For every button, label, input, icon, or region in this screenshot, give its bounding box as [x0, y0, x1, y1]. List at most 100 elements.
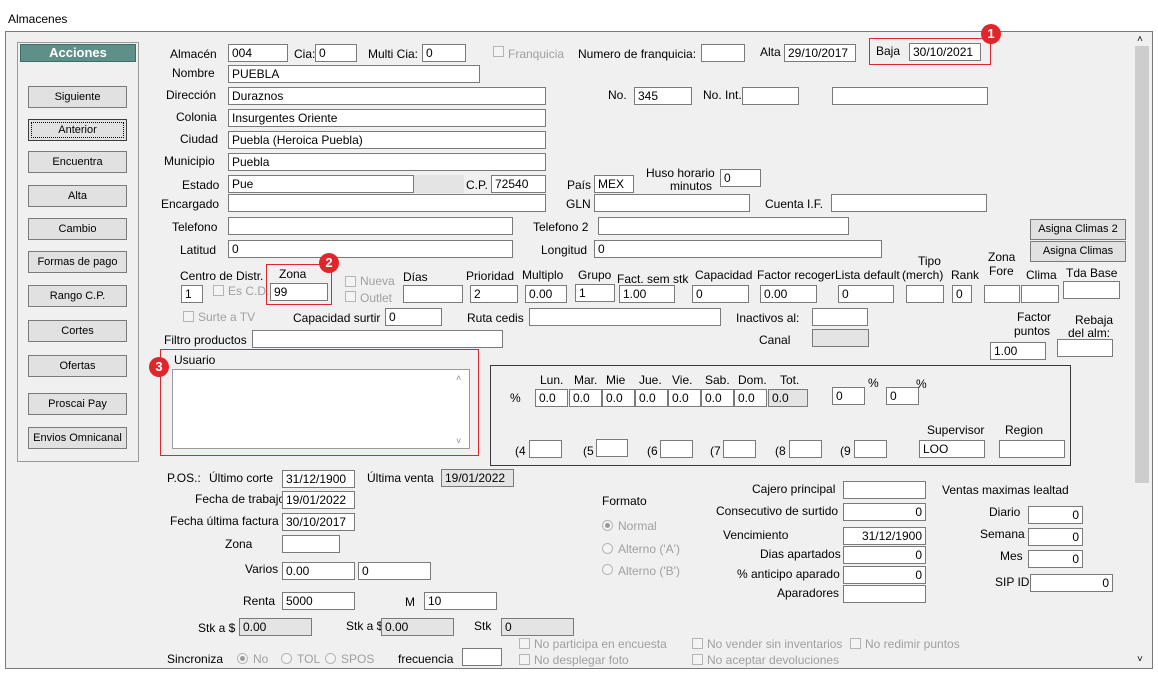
multi-cia-field[interactable]: 0 — [422, 44, 466, 62]
pct1-field[interactable]: 0 — [832, 387, 865, 405]
anterior-button[interactable]: Anterior — [28, 119, 127, 141]
canal-field[interactable] — [812, 329, 869, 347]
cp-field[interactable]: 72540 — [491, 175, 546, 193]
telefono-field[interactable] — [228, 217, 513, 235]
diario-field[interactable]: 0 — [1028, 506, 1083, 524]
extra-address-field[interactable] — [832, 87, 988, 105]
sincroniza-no-radio[interactable] — [237, 653, 248, 664]
sincroniza-tol-radio[interactable] — [281, 653, 292, 664]
direccion-field[interactable]: Duraznos — [228, 87, 546, 105]
proscai-pay-button[interactable]: Proscai Pay — [28, 393, 127, 415]
zona-fore-field[interactable] — [984, 285, 1020, 303]
gln-field[interactable] — [594, 194, 750, 212]
no-vender-checkbox[interactable] — [692, 638, 703, 649]
es-cd-checkbox[interactable] — [213, 285, 224, 296]
dias-apartados-field[interactable]: 0 — [843, 546, 926, 564]
textarea-scroll-up-icon[interactable]: ˄ — [456, 371, 461, 385]
aparadores-field[interactable] — [843, 585, 926, 603]
varios2-field[interactable]: 0 — [358, 562, 431, 580]
numero-franquicia-field[interactable] — [701, 44, 745, 62]
centro-distr-field[interactable]: 1 — [181, 285, 203, 303]
region-field[interactable] — [999, 440, 1065, 458]
varios1-field[interactable]: 0.00 — [282, 562, 355, 580]
no-desplegar-checkbox[interactable] — [519, 654, 530, 665]
asigna-climas-2-button[interactable]: Asigna Climas 2 — [1030, 219, 1126, 240]
factor-puntos-field[interactable]: 1.00 — [990, 342, 1046, 360]
scrollbar-thumb[interactable] — [1135, 46, 1149, 483]
rank-field[interactable]: 0 — [952, 285, 972, 303]
cia-field[interactable]: 0 — [315, 44, 357, 62]
vencimiento-field[interactable]: 31/12/1900 — [843, 527, 926, 545]
day-value-mie[interactable]: 0.0 — [602, 389, 635, 407]
mes-field[interactable]: 0 — [1028, 550, 1083, 568]
rango-cp-button[interactable]: Rango C.P. — [28, 285, 127, 307]
sincroniza-spos-radio[interactable] — [325, 653, 336, 664]
longitud-field[interactable]: 0 — [594, 240, 882, 258]
m-field[interactable]: 10 — [424, 592, 497, 610]
paren-field-7[interactable] — [723, 440, 756, 458]
sip-id-field[interactable]: 0 — [1030, 574, 1113, 592]
semana-field[interactable]: 0 — [1028, 528, 1083, 546]
nombre-field[interactable]: PUEBLA — [228, 65, 480, 83]
ciudad-field[interactable]: Puebla (Heroica Puebla) — [228, 131, 546, 149]
latitud-field[interactable]: 0 — [228, 240, 513, 258]
prioridad-field[interactable]: 2 — [470, 285, 518, 303]
pais-field[interactable]: MEX — [594, 175, 634, 193]
encargado-field[interactable] — [228, 194, 546, 212]
cuenta-if-field[interactable] — [831, 194, 987, 212]
almacen-field[interactable]: 004 — [228, 44, 288, 62]
fecha-ultima-factura-field[interactable]: 30/10/2017 — [282, 513, 355, 531]
fecha-trabajo-field[interactable]: 19/01/2022 — [282, 491, 355, 509]
telefono2-field[interactable] — [598, 217, 849, 235]
day-value-mar[interactable]: 0.0 — [569, 389, 602, 407]
clima-field[interactable] — [1021, 285, 1059, 303]
filtro-productos-field[interactable] — [252, 330, 503, 348]
siguiente-button[interactable]: Siguiente — [28, 86, 127, 108]
paren-field-8[interactable] — [789, 440, 822, 458]
alterno-a-radio[interactable] — [602, 543, 613, 554]
surte-tv-checkbox[interactable] — [183, 311, 194, 322]
no-int-field[interactable] — [742, 87, 799, 105]
envios-omnicanal-button[interactable]: Envios Omnicanal — [28, 427, 127, 449]
renta-field[interactable]: 5000 — [282, 592, 355, 610]
estado-field[interactable]: Pue — [228, 175, 414, 193]
frecuencia-field[interactable] — [462, 648, 502, 666]
no-aceptar-checkbox[interactable] — [692, 654, 703, 665]
tda-base-field[interactable] — [1063, 281, 1120, 299]
day-value-lun[interactable]: 0.0 — [535, 389, 568, 407]
asigna-climas-button[interactable]: Asigna Climas — [1030, 241, 1126, 262]
franquicia-checkbox[interactable] — [493, 46, 504, 57]
no-participa-checkbox[interactable] — [519, 638, 530, 649]
rebaja-field[interactable] — [1057, 339, 1113, 357]
municipio-field[interactable]: Puebla — [228, 153, 546, 171]
nueva-checkbox[interactable] — [345, 276, 356, 287]
day-value-jue[interactable]: 0.0 — [635, 389, 668, 407]
dias-field[interactable] — [403, 285, 463, 303]
cortes-button[interactable]: Cortes — [28, 320, 127, 342]
usuario-textarea[interactable] — [172, 369, 470, 449]
day-value-vie[interactable]: 0.0 — [668, 389, 701, 407]
outlet-checkbox[interactable] — [345, 291, 356, 302]
no-field[interactable]: 345 — [634, 87, 692, 105]
alta-button[interactable]: Alta — [28, 185, 127, 207]
cambio-button[interactable]: Cambio — [28, 218, 127, 240]
ultimo-corte-field[interactable]: 31/12/1900 — [282, 470, 355, 488]
paren-field-6[interactable] — [660, 440, 693, 458]
paren-field-5[interactable] — [596, 439, 628, 457]
scroll-down-icon[interactable]: ˅ — [1137, 653, 1143, 667]
pct2-field[interactable]: 0 — [886, 387, 919, 405]
factor-recoger-field[interactable]: 0.00 — [760, 285, 817, 303]
grupo-field[interactable]: 1 — [575, 284, 615, 302]
normal-radio[interactable] — [602, 520, 613, 531]
lista-default-field[interactable]: 0 — [838, 285, 894, 303]
supervisor-field[interactable]: LOO — [919, 440, 985, 458]
ofertas-button[interactable]: Ofertas — [28, 355, 127, 377]
inactivos-field[interactable] — [812, 308, 868, 326]
no-redimir-checkbox[interactable] — [850, 638, 861, 649]
zona2-field[interactable] — [282, 535, 340, 553]
alterno-b-radio[interactable] — [602, 564, 613, 575]
fact-sem-stk-field[interactable]: 1.00 — [619, 285, 675, 303]
tipo-field[interactable] — [906, 285, 944, 303]
textarea-scroll-down-icon[interactable]: ˅ — [456, 434, 461, 448]
ruta-cedis-field[interactable] — [529, 308, 721, 326]
